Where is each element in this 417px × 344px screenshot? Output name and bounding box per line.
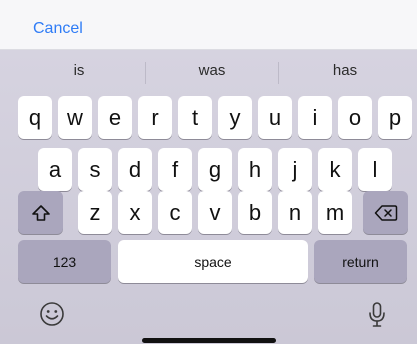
cancel-button[interactable]: Cancel	[33, 20, 83, 38]
microphone-icon[interactable]	[365, 300, 389, 330]
key-j[interactable]: j	[278, 148, 312, 191]
suggestion-bar: is was has	[0, 50, 417, 93]
key-a[interactable]: a	[38, 148, 72, 191]
suggestion-is[interactable]: is	[14, 62, 144, 79]
key-c[interactable]: c	[158, 191, 192, 234]
delete-key[interactable]	[363, 191, 408, 234]
suggestion-divider	[145, 62, 146, 84]
suggestion-was[interactable]: was	[147, 62, 277, 79]
return-key[interactable]: return	[314, 240, 407, 283]
key-d[interactable]: d	[118, 148, 152, 191]
key-w[interactable]: w	[58, 96, 92, 139]
key-u[interactable]: u	[258, 96, 292, 139]
key-r[interactable]: r	[138, 96, 172, 139]
space-key[interactable]: space	[118, 240, 308, 283]
delete-icon	[374, 204, 397, 221]
key-p[interactable]: p	[378, 96, 412, 139]
key-t[interactable]: t	[178, 96, 212, 139]
key-z[interactable]: z	[78, 191, 112, 234]
key-i[interactable]: i	[298, 96, 332, 139]
key-k[interactable]: k	[318, 148, 352, 191]
key-f[interactable]: f	[158, 148, 192, 191]
home-indicator[interactable]	[142, 338, 276, 343]
key-b[interactable]: b	[238, 191, 272, 234]
shift-key[interactable]	[18, 191, 63, 234]
key-m[interactable]: m	[318, 191, 352, 234]
key-g[interactable]: g	[198, 148, 232, 191]
key-x[interactable]: x	[118, 191, 152, 234]
numbers-key[interactable]: 123	[18, 240, 111, 283]
key-y[interactable]: y	[218, 96, 252, 139]
key-s[interactable]: s	[78, 148, 112, 191]
key-o[interactable]: o	[338, 96, 372, 139]
key-v[interactable]: v	[198, 191, 232, 234]
emoji-icon[interactable]	[38, 300, 66, 328]
key-h[interactable]: h	[238, 148, 272, 191]
key-e[interactable]: e	[98, 96, 132, 139]
suggestion-divider	[278, 62, 279, 84]
keyboard: is was has q w e r t y u i o p a s d f g…	[0, 50, 417, 344]
suggestion-has[interactable]: has	[280, 62, 410, 79]
shift-icon	[31, 204, 50, 221]
key-l[interactable]: l	[358, 148, 392, 191]
key-q[interactable]: q	[18, 96, 52, 139]
top-bar: Cancel	[0, 0, 417, 50]
key-n[interactable]: n	[278, 191, 312, 234]
